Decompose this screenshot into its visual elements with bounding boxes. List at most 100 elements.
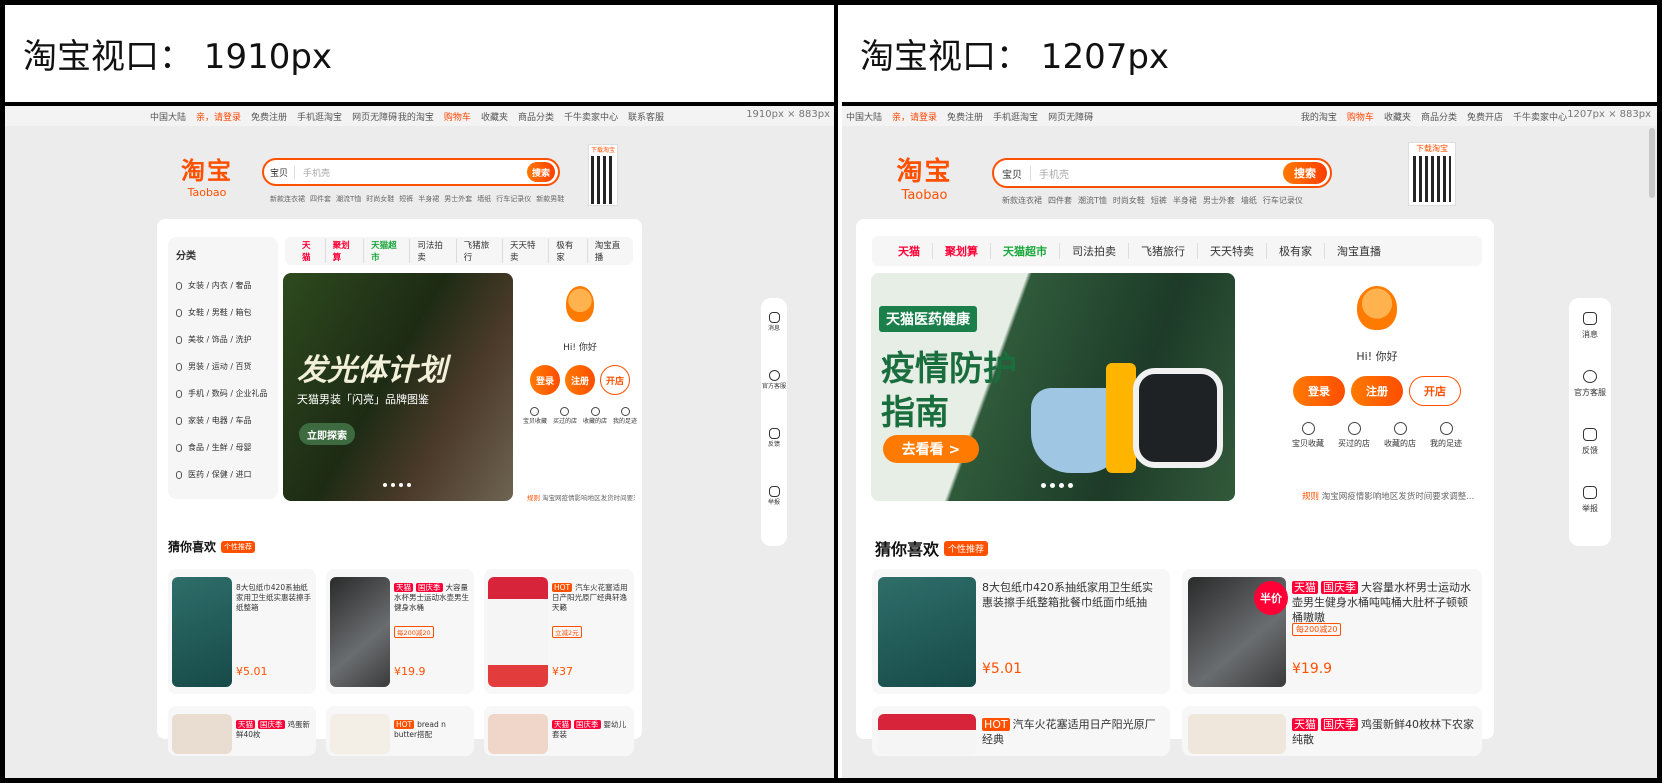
banner-cta-button[interactable]: 去看看 > [883, 435, 979, 463]
hot-word[interactable]: 半身裙 [418, 194, 439, 204]
hot-word[interactable]: 潮流T恤 [1078, 195, 1107, 206]
side-tool-feedback[interactable]: 反馈 [1569, 428, 1611, 486]
scrollbar[interactable] [1649, 128, 1655, 198]
login-button[interactable]: 登录 [530, 365, 560, 395]
product-card[interactable]: 半价 天猫 国庆季 大容量水杯男士运动水壶男生健身水桶吨吨桶大肚杯子顿顿桶嗷嗷 每2… [1182, 569, 1482, 694]
qr-code[interactable]: 下载淘宝 [1408, 142, 1456, 206]
search-category[interactable]: 宝贝 [264, 165, 296, 179]
side-tool-message[interactable]: 消息 [761, 312, 787, 370]
banner-cta-button[interactable]: 立即探索 [299, 423, 355, 445]
hot-word[interactable]: 四件套 [310, 194, 331, 204]
hot-word[interactable]: 新款男鞋 [536, 194, 564, 204]
hot-word[interactable]: 时尚女鞋 [366, 194, 394, 204]
service-link[interactable]: 联系客服 [628, 110, 664, 123]
seller-center-link[interactable]: 千牛卖家中心 [1513, 110, 1567, 123]
accessibility-link[interactable]: 网页无障碍 [1048, 110, 1093, 123]
product-card[interactable]: 8大包纸巾420系抽纸家用卫生纸实惠装擦手纸整箱 ¥5.01 [168, 569, 316, 694]
region-link[interactable]: 中国大陆 [846, 110, 882, 123]
side-tool-message[interactable]: 消息 [1569, 312, 1611, 370]
quick-favorites[interactable]: 宝贝收藏 [1292, 422, 1324, 449]
product-card[interactable]: 8大包纸巾420系抽纸家用卫生纸实惠装擦手纸整箱批餐巾纸面巾纸抽 ¥5.01 [872, 569, 1170, 694]
favorites-link[interactable]: 收藏夹 [481, 110, 508, 123]
region-link[interactable]: 中国大陆 [150, 110, 186, 123]
tab-juhuasuan[interactable]: 聚划算 [326, 239, 365, 263]
search-input[interactable]: 手机壳 [295, 166, 527, 179]
login-link[interactable]: 亲，请登录 [892, 110, 937, 123]
tab-travel[interactable]: 飞猪旅行 [1129, 243, 1198, 259]
hot-word[interactable]: 半身裙 [1173, 195, 1197, 206]
tab-tmall-market[interactable]: 天猫超市 [364, 239, 411, 263]
category-item[interactable]: 女鞋 / 男鞋 / 箱包 [176, 299, 270, 326]
side-tool-service[interactable]: 官方客服 [761, 370, 787, 428]
accessibility-link[interactable]: 网页无障碍 [352, 110, 397, 123]
hot-word[interactable]: 墙纸 [477, 194, 491, 204]
cart-link[interactable]: 购物车 [444, 110, 471, 123]
product-card[interactable]: 天猫 国庆季 婴幼儿套装 [484, 706, 634, 756]
side-tool-report[interactable]: 举报 [761, 486, 787, 544]
side-tool-service[interactable]: 官方客服 [1569, 370, 1611, 428]
category-link[interactable]: 商品分类 [518, 110, 554, 123]
side-tool-report[interactable]: 举报 [1569, 486, 1611, 544]
category-item[interactable]: 医药 / 保健 / 进口 [176, 461, 270, 488]
login-link[interactable]: 亲，请登录 [196, 110, 241, 123]
register-link[interactable]: 免费注册 [947, 110, 983, 123]
hot-word[interactable]: 时尚女鞋 [1113, 195, 1145, 206]
cart-link[interactable]: 购物车 [1347, 110, 1374, 123]
hot-word[interactable]: 男士外套 [1203, 195, 1235, 206]
quick-saved-shops[interactable]: 收藏的店 [1384, 422, 1416, 449]
notice-line[interactable]: 规则 淘宝网疫情影响地区发货时间要求调整... [527, 492, 635, 502]
seller-center-link[interactable]: 千牛卖家中心 [564, 110, 618, 123]
category-link[interactable]: 商品分类 [1421, 110, 1457, 123]
product-card[interactable]: HOT 汽车火花塞适用日产阳光原厂经典 [872, 706, 1170, 756]
tab-home[interactable]: 极有家 [549, 239, 588, 263]
search-input[interactable]: 手机壳 [1031, 166, 1283, 181]
notice-line[interactable]: 规则 淘宝网疫情影响地区发货时间要求调整... [1302, 490, 1482, 502]
taobao-logo[interactable]: 淘宝 Taobao [177, 151, 237, 199]
open-shop-link[interactable]: 免费开店 [1467, 110, 1503, 123]
tab-tmall[interactable]: 天猫 [295, 239, 326, 263]
search-category[interactable]: 宝贝 [994, 165, 1031, 181]
category-item[interactable]: 男装 / 运动 / 百货 [176, 353, 270, 380]
quick-saved-shops[interactable]: 收藏的店 [583, 407, 607, 425]
taobao-logo[interactable]: 淘宝 Taobao [892, 151, 957, 203]
product-card[interactable]: 天猫 国庆季 大容量水杯男士运动水壶男生健身水桶 每200减20 ¥19.9 [326, 569, 474, 694]
carousel-dots[interactable] [1041, 483, 1073, 488]
hot-word[interactable]: 潮流T恤 [336, 194, 361, 204]
login-button[interactable]: 登录 [1293, 376, 1345, 406]
tab-live[interactable]: 淘宝直播 [1325, 243, 1393, 259]
tab-travel[interactable]: 飞猪旅行 [457, 239, 503, 263]
tab-daily-sale[interactable]: 天天特卖 [503, 239, 550, 263]
hero-banner[interactable]: 天猫医药健康 疫情防护 指南 去看看 > [871, 273, 1235, 501]
open-shop-button[interactable]: 开店 [1409, 376, 1461, 406]
hot-word[interactable]: 四件套 [1048, 195, 1072, 206]
my-taobao-link[interactable]: 我的淘宝 [398, 110, 434, 123]
favorites-link[interactable]: 收藏夹 [1384, 110, 1411, 123]
tab-live[interactable]: 淘宝直播 [588, 239, 633, 263]
quick-footprint[interactable]: 我的足迹 [613, 407, 637, 425]
register-link[interactable]: 免费注册 [251, 110, 287, 123]
quick-bought-shops[interactable]: 买过的店 [1338, 422, 1370, 449]
tab-home[interactable]: 极有家 [1267, 243, 1325, 259]
search-button[interactable]: 搜索 [1283, 162, 1327, 184]
mobile-link[interactable]: 手机逛淘宝 [993, 110, 1038, 123]
category-item[interactable]: 美妆 / 饰品 / 洗护 [176, 326, 270, 353]
tab-daily-sale[interactable]: 天天特卖 [1198, 243, 1267, 259]
hot-word[interactable]: 短裤 [399, 194, 413, 204]
search-button[interactable]: 搜索 [527, 162, 555, 182]
product-card[interactable]: 天猫 国庆季 鸡蛋新鲜40枚 [168, 706, 316, 756]
open-shop-button[interactable]: 开店 [600, 365, 630, 395]
register-button[interactable]: 注册 [565, 365, 595, 395]
hero-banner[interactable]: 发光体计划 天猫男装「闪亮」品牌图鉴 立即探索 [283, 273, 513, 501]
my-taobao-link[interactable]: 我的淘宝 [1301, 110, 1337, 123]
hot-word[interactable]: 新款连衣裙 [270, 194, 305, 204]
category-item[interactable]: 手机 / 数码 / 企业礼品 [176, 380, 270, 407]
register-button[interactable]: 注册 [1351, 376, 1403, 406]
tab-tmall-market[interactable]: 天猫超市 [991, 243, 1060, 259]
mobile-link[interactable]: 手机逛淘宝 [297, 110, 342, 123]
hot-word[interactable]: 男士外套 [444, 194, 472, 204]
qr-code[interactable]: 下载淘宝 [588, 144, 618, 206]
tab-auction[interactable]: 司法拍卖 [1060, 243, 1129, 259]
product-card[interactable]: 天猫 国庆季 鸡蛋新鲜40枚林下农家纯散 [1182, 706, 1482, 756]
category-item[interactable]: 食品 / 生鲜 / 母婴 [176, 434, 270, 461]
side-tool-feedback[interactable]: 反馈 [761, 428, 787, 486]
